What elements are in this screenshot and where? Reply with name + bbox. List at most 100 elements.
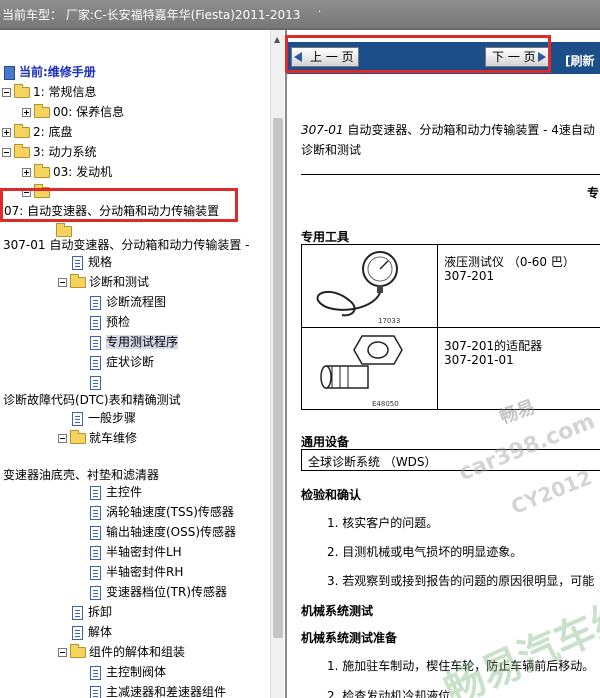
tree-item-powertrain[interactable]: 3: 动力系统 bbox=[2, 142, 97, 162]
tree-item-main-valve-body[interactable]: 主控制阀体 bbox=[90, 662, 166, 682]
tree-root[interactable]: 当前:维修手册 bbox=[4, 62, 96, 82]
tree-item-label: 专用测试程序 bbox=[106, 335, 179, 349]
tool-name: 液压测试仪 （0-60 巴） bbox=[444, 255, 575, 269]
tree-item-general-procedures[interactable]: 一般步骤 bbox=[72, 408, 136, 428]
tree-item-dtc-doc[interactable] bbox=[90, 372, 106, 392]
folder-open-icon bbox=[14, 84, 30, 98]
collapse-icon[interactable] bbox=[58, 434, 67, 443]
expand-icon[interactable] bbox=[2, 128, 11, 137]
tree-item-label: 主减速器和差速器组件 bbox=[106, 685, 227, 698]
tree-item-halfshaft-seal-lh[interactable]: 半轴密封件LH bbox=[90, 542, 182, 562]
tree-item-label: 诊断故障代码(DTC)表和精确测试 bbox=[3, 393, 181, 407]
tree-item-label: 主控制阀体 bbox=[106, 665, 167, 679]
tree-item-engine[interactable]: 03: 发动机 bbox=[22, 162, 112, 182]
tree-item-general-info[interactable]: 1: 常规信息 bbox=[2, 82, 97, 102]
watermark-text: 畅易汽车维 bbox=[437, 590, 600, 698]
tree-item-maintenance[interactable]: 00: 保养信息 bbox=[22, 102, 124, 122]
highlight-box-tree bbox=[0, 188, 238, 222]
document-heading: 307-01 自动变速器、分动箱和动力传输装置 - 4速自动 诊断和测试 bbox=[301, 120, 600, 160]
highlight-box-nav bbox=[285, 35, 551, 73]
tree-item-final-drive[interactable]: 主减速器和差速器组件 bbox=[90, 682, 226, 698]
folder-open-icon bbox=[70, 644, 86, 658]
tree-item-main-control[interactable]: 主控件 bbox=[90, 482, 142, 502]
tree-item-label: 规格 bbox=[88, 255, 113, 269]
tree-item-label: 就车维修 bbox=[89, 431, 138, 445]
scrollbar-thumb[interactable] bbox=[273, 118, 283, 638]
tree-item-label: 症状诊断 bbox=[106, 355, 155, 369]
title-bar: 当前车型： 厂家:C-长安福特嘉年华(Fiesta)2011-2013 . bbox=[0, 0, 600, 30]
tree-item-dtc-tests[interactable]: 诊断故障代码(DTC)表和精确测试 bbox=[3, 390, 181, 410]
tree-item-label: 主控件 bbox=[106, 485, 143, 499]
refresh-link[interactable]: [刷新 bbox=[565, 52, 595, 69]
tool-code: 307-201-01 bbox=[444, 353, 514, 367]
collapse-icon[interactable] bbox=[2, 148, 11, 157]
document-icon bbox=[90, 685, 101, 698]
tree-item-disassembly[interactable]: 解体 bbox=[72, 622, 112, 642]
tree-item-label: 半轴密封件RH bbox=[106, 565, 184, 579]
heading-text: 自动变速器、分动箱和动力传输装置 - 4速自动 bbox=[343, 123, 595, 137]
tree-item-removal[interactable]: 拆卸 bbox=[72, 602, 112, 622]
tree-item-diagnostic-flowchart[interactable]: 诊断流程图 bbox=[90, 292, 166, 312]
tree-item-tss-sensor[interactable]: 涡轮轴速度(TSS)传感器 bbox=[90, 502, 234, 522]
document-icon bbox=[72, 255, 83, 270]
document-icon bbox=[72, 625, 83, 640]
mech-step: 2. 检查发动机冷却液位 bbox=[327, 689, 451, 698]
tree-item-label: 半轴密封件LH bbox=[106, 545, 182, 559]
document-icon bbox=[72, 605, 83, 620]
inspection-step: 3. 若观察到或接到报告的问题的原因很明显，可能 bbox=[327, 574, 595, 588]
tree-item-label: 变速器档位(TR)传感器 bbox=[106, 585, 228, 599]
tree-item-specifications[interactable]: 规格 bbox=[72, 252, 112, 272]
tree-item-halfshaft-seal-rh[interactable]: 半轴密封件RH bbox=[90, 562, 183, 582]
section-fragment: 专 bbox=[587, 186, 600, 200]
document-icon bbox=[90, 505, 101, 520]
tool-image-caption: 17033 bbox=[378, 317, 401, 325]
tree-item-label: 涡轮轴速度(TSS)传感器 bbox=[106, 505, 234, 519]
mech-test-heading: 机械系统测试 bbox=[301, 604, 374, 618]
collapse-icon[interactable] bbox=[2, 88, 11, 97]
special-tools-heading: 专用工具 bbox=[301, 230, 350, 244]
document-icon bbox=[90, 545, 101, 560]
heading-rule bbox=[301, 174, 600, 175]
tree-item-component-assembly[interactable]: 组件的解体和组装 bbox=[58, 642, 185, 662]
tree-item-label: 解体 bbox=[88, 625, 113, 639]
heading-subtitle: 诊断和测试 bbox=[301, 143, 362, 157]
tool-image-caption: E48050 bbox=[372, 400, 399, 408]
tree-item-label: 1: 常规信息 bbox=[33, 85, 97, 99]
tool-image-cell: 17033 bbox=[302, 245, 438, 327]
tree-item-special-test-procedure[interactable]: 专用测试程序 bbox=[90, 332, 179, 352]
tree-item-diagnosis[interactable]: 诊断和测试 bbox=[58, 272, 149, 292]
special-tools-table: 17033 E48050 液压测试仪 （0-60 巴） 307-201 307-… bbox=[301, 244, 600, 410]
document-icon bbox=[90, 565, 101, 580]
scroll-up-icon[interactable]: ▲ bbox=[274, 35, 280, 44]
tree-item-oss-sensor[interactable]: 输出轴速度(OSS)传感器 bbox=[90, 522, 236, 542]
manual-icon bbox=[4, 65, 15, 80]
collapse-icon[interactable] bbox=[58, 648, 67, 657]
folder-open-icon bbox=[70, 274, 86, 288]
tree-scrollbar[interactable]: ▲ bbox=[270, 30, 284, 698]
collapse-icon[interactable] bbox=[58, 278, 67, 287]
document-icon bbox=[90, 665, 101, 680]
expand-icon[interactable] bbox=[22, 108, 31, 117]
tree-item-tr-sensor[interactable]: 变速器档位(TR)传感器 bbox=[90, 582, 227, 602]
inspection-step: 2. 目测机械或电气损坏的明显迹象。 bbox=[327, 545, 523, 559]
mech-prep-heading: 机械系统测试准备 bbox=[301, 631, 398, 645]
folder-open-icon bbox=[70, 430, 86, 444]
folder-open-icon bbox=[14, 144, 30, 158]
document-icon bbox=[90, 315, 101, 330]
tree-item-307-01[interactable]: 307-01 自动变速器、分动箱和动力传输装置 - bbox=[3, 235, 249, 255]
tree-item-symptom-diagnosis[interactable]: 症状诊断 bbox=[90, 352, 154, 372]
heading-code: 307-01 bbox=[301, 123, 344, 137]
folder-icon bbox=[14, 124, 30, 138]
tree-item-label: 307-01 自动变速器、分动箱和动力传输装置 - bbox=[3, 238, 250, 252]
watermark-text: car398.com bbox=[455, 408, 599, 487]
folder-icon bbox=[34, 164, 50, 178]
document-icon bbox=[72, 411, 83, 426]
tree-item-chassis[interactable]: 2: 底盘 bbox=[2, 122, 73, 142]
expand-icon[interactable] bbox=[22, 168, 31, 177]
tool-code: 307-201 bbox=[444, 269, 495, 283]
tool-image-cell: E48050 bbox=[302, 328, 438, 410]
inspection-step: 1. 核实客户的问题。 bbox=[327, 516, 439, 530]
tree-item-precheck[interactable]: 预检 bbox=[90, 312, 130, 332]
tree-item-in-vehicle-repair[interactable]: 就车维修 bbox=[58, 428, 137, 448]
tree-item-label: 变速器油底壳、衬垫和滤清器 bbox=[3, 468, 160, 482]
